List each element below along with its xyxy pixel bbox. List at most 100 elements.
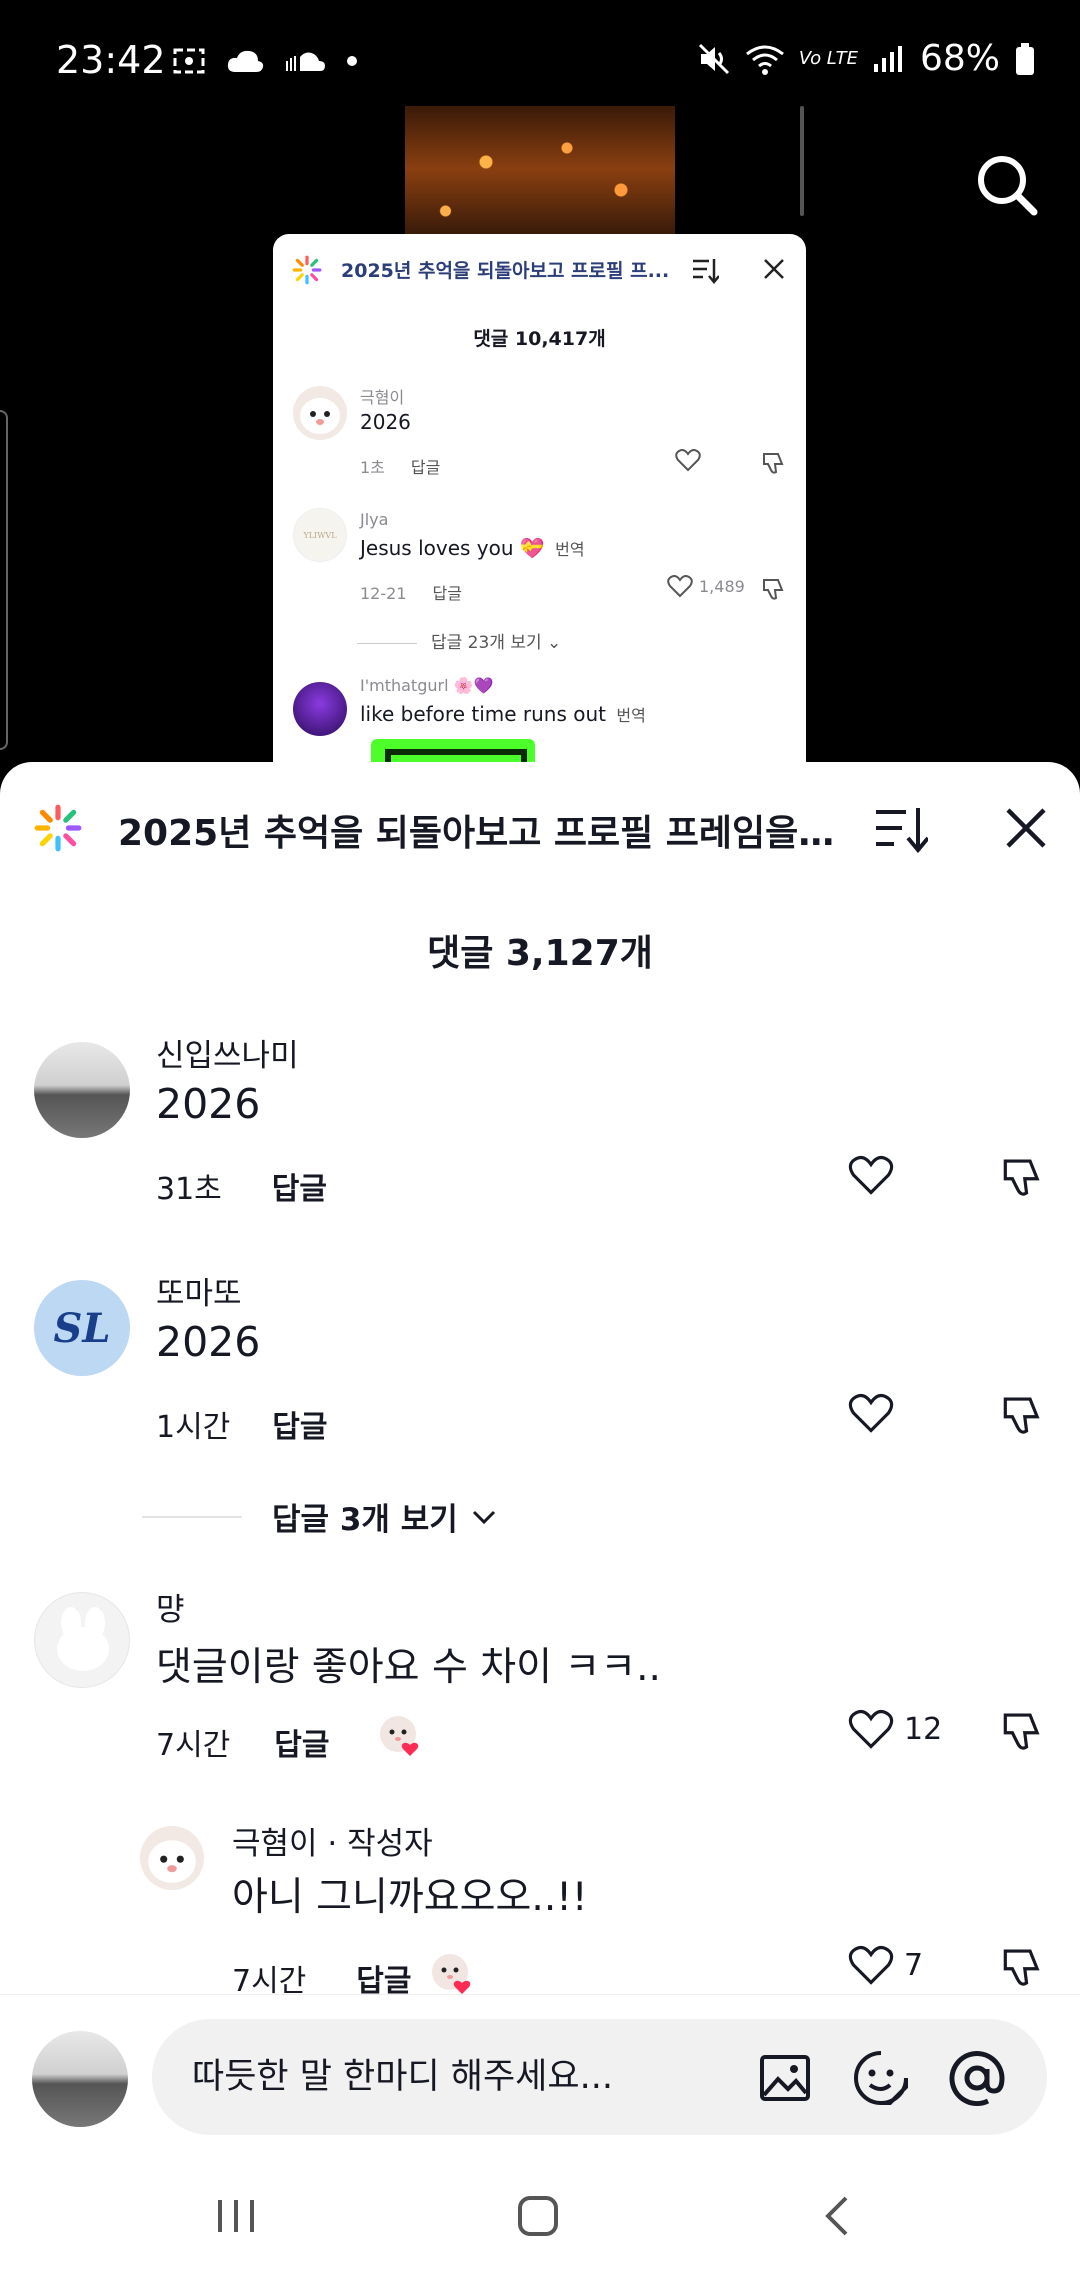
heart-icon [848,1945,894,1985]
username[interactable]: 극혐이 [360,384,404,408]
my-avatar[interactable] [32,2031,128,2127]
edge-panel-handle[interactable] [0,410,8,750]
sheet-title[interactable]: 2025년 추억을 되돌아보고 프로필 프레임을 획... [118,804,838,856]
view-replies-button[interactable]: 답글 23개 보기 ⌄ [357,628,561,653]
avatar[interactable] [140,1826,204,1890]
dislike-icon[interactable] [1000,1708,1046,1754]
comment-meta: 1초 답글 [360,454,440,478]
username[interactable]: 신입쓰나미 [156,1030,299,1075]
comment-text: 2026 [360,410,411,434]
comment-meta: 1시간 답글 [156,1402,328,1446]
system-nav-bar [0,2144,1080,2280]
sort-icon[interactable] [691,256,719,284]
recent-apps-icon[interactable] [206,2186,266,2246]
comment-meta: 12-21 답글 [360,580,462,604]
sheet-header: 2025년 추억을 되돌아보고 프로필 프레임을 획... [0,762,1080,892]
video-scrollbar [800,106,804,216]
sort-icon[interactable] [872,800,928,856]
heart-icon [675,449,701,472]
search-icon[interactable] [972,150,1042,220]
image-icon[interactable] [756,2049,814,2107]
username[interactable]: 극혐이 · 작성자 [232,1818,433,1863]
like-button[interactable]: 12 [848,1708,942,1750]
back-icon[interactable] [808,2186,868,2246]
comment-text: like before time runs out 번역 [360,702,646,726]
dislike-icon[interactable] [1000,1944,1046,1990]
dot-icon [347,56,357,66]
dislike-icon[interactable] [761,576,787,602]
at-icon[interactable] [948,2049,1006,2107]
like-count: 7 [904,1947,924,1983]
username[interactable]: Jlya [360,510,388,529]
status-time: 23:42 [56,38,166,82]
like-button[interactable] [848,1154,894,1196]
comment-text: 2026 [156,1318,261,1366]
chevron-down-icon [472,1510,495,1524]
avatar[interactable]: YLIWVL [293,508,347,562]
comment-meta: 7시간 답글 [156,1720,330,1764]
video-thumbnail[interactable] [405,106,675,246]
comment-time: 1초 [360,458,385,477]
reply-button[interactable]: 답글 [274,1728,329,1763]
reply-button[interactable]: 답글 [272,1172,327,1207]
translate-link[interactable]: 번역 [555,540,584,559]
soundcloud-icon [286,52,325,71]
divider [357,642,417,644]
like-button[interactable]: 7 [848,1944,923,1986]
dislike-icon[interactable] [761,450,787,476]
chevron-down-icon: ⌄ [547,633,562,653]
translate-link[interactable]: 번역 [616,706,645,725]
avatar[interactable] [293,386,347,440]
like-button[interactable] [675,448,701,472]
comment-text: 댓글이랑 좋아요 수 차이 ㅋㅋ.. [156,1645,661,1690]
comment-time: 31초 [156,1172,222,1207]
dislike-icon[interactable] [1000,1154,1046,1200]
view-replies-label: 답글 23개 보기 [431,633,542,653]
like-button[interactable]: 1,489 [667,574,745,598]
network-label: Vo LTE [798,48,858,69]
reply-button[interactable]: 답글 [433,584,462,603]
mini-comments-panel[interactable]: 2025년 추억을 되돌아보고 프로필 프... 댓글 10,417개 극혐이 … [273,234,806,774]
comment-meta: 31초 답글 [156,1164,327,1208]
creator-liked-icon [432,1954,471,1994]
comment-text: 2026 [156,1080,261,1128]
like-count: 1,489 [699,576,745,596]
comment-input-bar [0,1994,1080,2144]
comment-text: Jesus loves you 💝 번역 [360,536,585,560]
sparkle-icon [34,804,82,852]
avatar[interactable] [34,1592,130,1688]
avatar[interactable] [293,682,347,736]
comment-body: like before time runs out [360,702,607,726]
comment-time: 1시간 [156,1410,231,1445]
comment-time: 12-21 [360,584,407,603]
heart-icon [848,1393,894,1433]
mute-icon [698,43,729,74]
like-button[interactable] [848,1392,894,1434]
comment-input[interactable] [192,2049,752,2105]
status-left-icons [172,46,358,76]
username[interactable]: 또마또 [156,1268,242,1313]
avatar[interactable] [34,1042,130,1138]
close-icon[interactable] [761,256,787,282]
reply-button[interactable]: 답글 [411,458,440,477]
username[interactable]: 먕 [156,1584,185,1629]
comment-input-container[interactable] [152,2019,1047,2135]
dislike-icon[interactable] [1000,1392,1046,1438]
comment-body: Jesus loves you 💝 [360,536,545,560]
cloud-icon [227,50,264,72]
reply-button[interactable]: 답글 [272,1410,327,1445]
comment-count: 댓글 3,127개 [427,933,653,974]
view-replies-label: 답글 3개 보기 [272,1502,458,1538]
close-icon[interactable] [998,800,1054,856]
like-count: 12 [904,1711,943,1747]
heart-icon [848,1709,894,1749]
battery-icon [1016,42,1034,75]
avatar[interactable]: SL [34,1280,130,1376]
username[interactable]: I'mthatgurl 🌸💜 [360,676,493,695]
home-icon[interactable] [508,2186,568,2246]
emoji-icon[interactable] [852,2049,910,2107]
divider [142,1515,242,1518]
view-replies-button[interactable]: 답글 3개 보기 [142,1494,498,1539]
avatar-label: SL [53,1304,111,1352]
mini-title: 2025년 추억을 되돌아보고 프로필 프... [341,260,670,282]
